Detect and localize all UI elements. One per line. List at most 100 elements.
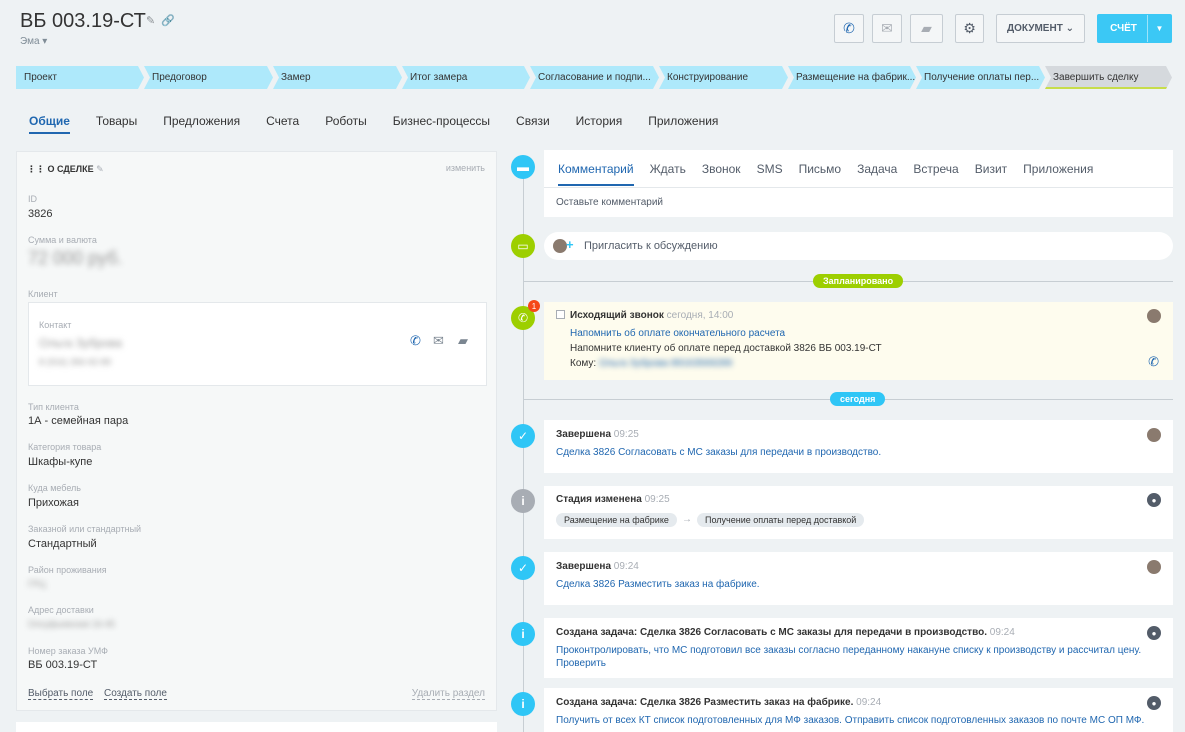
event-time: 09:24 [989, 627, 1015, 638]
tab-call[interactable]: Звонок [702, 162, 741, 186]
deal-tabs: Общие Товары Предложения Счета Роботы Би… [29, 114, 744, 134]
stage-item[interactable]: Итог замера [402, 66, 530, 89]
call-subject-link[interactable]: Напомнить об оплате окончательного расче… [570, 328, 785, 339]
event-title: Создана задача: Сделка 3826 Согласовать … [556, 627, 987, 638]
planned-badge: Запланировано [813, 274, 904, 288]
tab-history[interactable]: История [576, 114, 623, 134]
contact-card: Контакт Ольга Зуброва 8 (916) 356-92-89 … [28, 302, 487, 386]
envelope-icon[interactable]: ✉ [433, 333, 444, 349]
delete-section-link[interactable]: Удалить раздел [411, 688, 485, 700]
document-button[interactable]: ДОКУМЕНТ ⌄ [996, 14, 1085, 43]
completed-task-card: Завершена 09:24 Сделка 3826 Разместить з… [544, 552, 1173, 605]
call-title: Исходящий звонок [570, 310, 664, 321]
task-description-link[interactable]: Получить от всех КТ список подготовленны… [556, 715, 1144, 726]
address-value: Олсуфьевская 16-45 [28, 619, 115, 629]
notification-badge: 1 [528, 300, 540, 312]
call-description: Напомните клиенту об оплате перед достав… [570, 343, 882, 354]
tab-email[interactable]: Письмо [799, 162, 842, 186]
invoice-label: СЧЁТ [1110, 23, 1137, 34]
stage-bar: Проект Предоговор Замер Итог замера Согл… [16, 66, 1172, 89]
call-to-value[interactable]: Ольга Зуброва 89163569289 [599, 358, 732, 369]
tab-invoices[interactable]: Счета [266, 114, 299, 134]
order-type-label: Заказной или стандартный [28, 524, 142, 534]
phone-icon[interactable]: ✆ [1148, 354, 1159, 370]
settings-button[interactable]: ⚙ [955, 14, 984, 43]
event-title: Создана задача: Сделка 3826 Разместить з… [556, 697, 854, 708]
stage-from-chip: Размещение на фабрике [556, 513, 677, 527]
responsible-selector[interactable]: Эма ▾ [20, 36, 47, 47]
arrow-right-icon: → [682, 514, 692, 525]
complete-checkbox[interactable] [556, 310, 565, 319]
link-icon[interactable]: 🔗 [161, 15, 175, 27]
stage-item[interactable]: Получение оплаты пер... [916, 66, 1045, 89]
id-value: 3826 [28, 208, 53, 220]
event-time: 09:24 [856, 697, 882, 708]
invoice-button[interactable]: СЧЁТ ▼ [1097, 14, 1172, 43]
select-field-link[interactable]: Выбрать поле [28, 688, 94, 700]
district-label: Район проживания [28, 565, 107, 575]
call-button[interactable]: ✆ [834, 14, 864, 43]
completed-task-card: Завершена 09:25 Сделка 3826 Согласовать … [544, 420, 1173, 473]
create-field-link[interactable]: Создать поле [104, 688, 167, 700]
event-title: Завершена [556, 561, 612, 572]
tab-sms[interactable]: SMS [757, 162, 783, 186]
tab-relations[interactable]: Связи [516, 114, 550, 134]
tab-apps[interactable]: Приложения [1023, 162, 1093, 186]
phone-icon: ✆ [843, 20, 855, 36]
contact-name[interactable]: Ольга Зуброва [39, 336, 122, 350]
chat-icon[interactable]: ▰ [458, 333, 468, 349]
stage-change-card: Стадия изменена 09:25 Размещение на фабр… [544, 486, 1173, 539]
tab-business-processes[interactable]: Бизнес-процессы [393, 114, 490, 134]
section-title-text: О СДЕЛКЕ [47, 164, 94, 174]
tab-general[interactable]: Общие [29, 114, 70, 134]
email-button[interactable]: ✉ [872, 14, 902, 43]
event-time: 09:25 [613, 429, 639, 440]
today-badge: сегодня [830, 392, 886, 406]
task-link[interactable]: Сделка 3826 Согласовать с МС заказы для … [556, 447, 881, 458]
task-check-link[interactable]: Проверить [556, 658, 606, 669]
edit-section-link[interactable]: изменить [446, 163, 485, 173]
page-header: ВБ 003.19-СТ ✎ 🔗 Эма ▾ ✆ ✉ ▰ ⚙ ДОКУМЕНТ ⌄… [0, 0, 1185, 140]
comment-input[interactable]: Оставьте комментарий [556, 197, 663, 208]
tab-apps[interactable]: Приложения [648, 114, 718, 134]
chevron-down-icon[interactable]: ▼ [1147, 15, 1171, 42]
call-time: сегодня, 14:00 [666, 310, 734, 321]
field-actions: Выбрать поле Создать поле [28, 688, 175, 700]
invite-discussion[interactable]: + Пригласить к обсуждению [544, 232, 1173, 260]
tab-quotes[interactable]: Предложения [163, 114, 240, 134]
stage-item[interactable]: Замер [273, 66, 402, 89]
tab-visit[interactable]: Визит [975, 162, 1007, 186]
stage-item[interactable]: Предоговор [144, 66, 273, 89]
chat-button[interactable]: ▰ [910, 14, 943, 43]
stage-item[interactable]: Конструирование [659, 66, 788, 89]
created-task-card: Создана задача: Сделка 3826 Разместить з… [544, 688, 1173, 732]
stage-item[interactable]: Размещение на фабрик... [788, 66, 916, 89]
tab-task[interactable]: Задача [857, 162, 897, 186]
client-type-value: 1А - семейная пара [28, 415, 129, 427]
tab-robots[interactable]: Роботы [325, 114, 367, 134]
tab-wait[interactable]: Ждать [650, 162, 686, 186]
stage-finish[interactable]: Завершить сделку [1045, 66, 1172, 89]
phone-icon[interactable]: ✆ [410, 333, 421, 349]
stage-item[interactable]: Проект [16, 66, 144, 89]
task-description-link[interactable]: Проконтролировать, что МС подготовил все… [556, 645, 1141, 656]
composer-tabs: Комментарий Ждать Звонок SMS Письмо Зада… [558, 162, 1109, 186]
invite-label: Пригласить к обсуждению [584, 240, 718, 252]
call-header: Исходящий звонок сегодня, 14:00 [570, 310, 733, 321]
stage-to-chip: Получение оплаты перед доставкой [697, 513, 865, 527]
tab-products[interactable]: Товары [96, 114, 137, 134]
sum-label: Сумма и валюта [28, 235, 97, 245]
activity-composer: Комментарий Ждать Звонок SMS Письмо Зада… [544, 150, 1173, 217]
responsible-name: Эма [20, 36, 40, 47]
sum-value: 72 000 руб. [28, 248, 123, 268]
user-icon: ● [1147, 696, 1161, 710]
tab-comment[interactable]: Комментарий [558, 162, 634, 186]
client-type-label: Тип клиента [28, 402, 79, 412]
task-link[interactable]: Сделка 3826 Разместить заказ на фабрике. [556, 579, 760, 590]
tab-meeting[interactable]: Встреча [913, 162, 958, 186]
pencil-icon[interactable]: ✎ [146, 15, 155, 27]
stage-item[interactable]: Согласование и подпи... [530, 66, 659, 89]
order-number-label: Номер заказа УМФ [28, 646, 108, 656]
pencil-icon[interactable]: ✎ [96, 164, 104, 174]
next-section-panel [16, 722, 497, 732]
